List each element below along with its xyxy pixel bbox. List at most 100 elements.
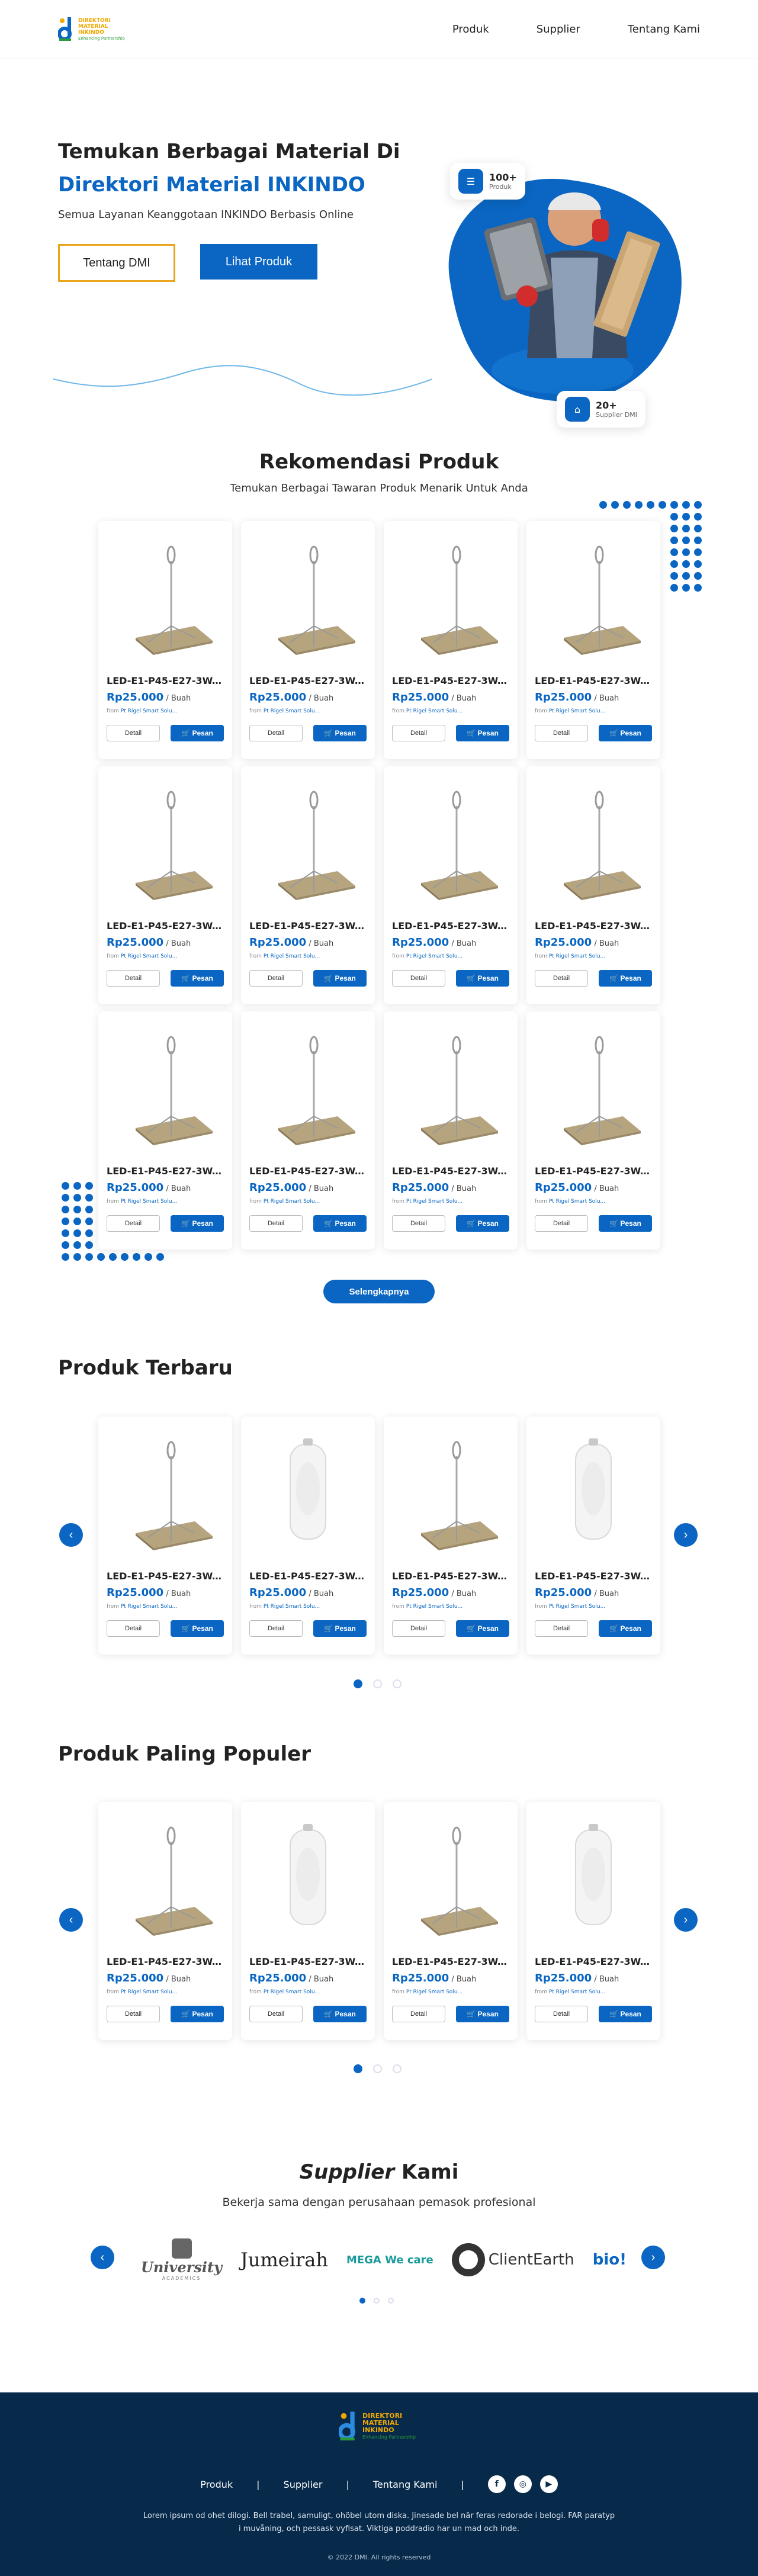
order-button[interactable]: 🛒 Pesan <box>599 725 652 741</box>
order-button[interactable]: 🛒 Pesan <box>171 970 224 987</box>
supplier-dot-2[interactable] <box>374 2298 380 2304</box>
order-button[interactable]: 🛒 Pesan <box>171 725 224 741</box>
detail-button[interactable]: Detail <box>107 2006 160 2022</box>
detail-button[interactable]: Detail <box>392 1620 445 1637</box>
order-button[interactable]: 🛒 Pesan <box>456 1620 509 1637</box>
product-card[interactable]: LED-E1-P45-E27-3W..... Rp25.000 / Buah f… <box>384 1011 518 1250</box>
supplier-dot-1[interactable] <box>359 2298 365 2304</box>
order-button[interactable]: 🛒 Pesan <box>313 1215 367 1232</box>
product-card[interactable]: LED-E1-P45-E27-3W..... Rp25.000 / Buah f… <box>526 1011 660 1250</box>
supplier-logo-university[interactable]: University ACADEMICS <box>141 2238 222 2281</box>
about-dmi-button[interactable]: Tentang DMI <box>58 244 175 282</box>
instagram-icon[interactable]: ◎ <box>513 2475 532 2493</box>
popular-dot-1[interactable] <box>354 2064 362 2073</box>
order-button[interactable]: 🛒 Pesan <box>599 1620 652 1637</box>
order-button[interactable]: 🛒 Pesan <box>171 1620 224 1637</box>
detail-button[interactable]: Detail <box>249 1215 303 1232</box>
product-card[interactable]: LED-E1-P45-E27-3W..... Rp25.000 / Buah f… <box>241 521 375 759</box>
detail-button[interactable]: Detail <box>392 970 445 987</box>
product-from-label: from <box>249 953 262 959</box>
order-button[interactable]: 🛒 Pesan <box>456 725 509 741</box>
detail-button[interactable]: Detail <box>107 970 160 987</box>
detail-button[interactable]: Detail <box>107 1215 160 1232</box>
product-card[interactable]: LED-E1-P45-E27-3W..... Rp25.000 / Buah f… <box>241 1802 375 2040</box>
latest-next-arrow[interactable]: › <box>674 1523 698 1547</box>
detail-button[interactable]: Detail <box>535 725 588 741</box>
product-card[interactable]: LED-E1-P45-E27-3W..... Rp25.000 / Buah f… <box>526 766 660 1004</box>
view-products-button[interactable]: Lihat Produk <box>200 244 317 280</box>
product-card[interactable]: LED-E1-P45-E27-3W..... Rp25.000 / Buah f… <box>98 521 232 759</box>
detail-button[interactable]: Detail <box>392 2006 445 2022</box>
order-button[interactable]: 🛒 Pesan <box>599 1215 652 1232</box>
footer-logo[interactable]: DIREKTORI MATERIAL INKINDO Enhancing Par… <box>339 2410 416 2443</box>
order-button[interactable]: 🛒 Pesan <box>313 1620 367 1637</box>
detail-button[interactable]: Detail <box>535 2006 588 2022</box>
order-button[interactable]: 🛒 Pesan <box>313 970 367 987</box>
product-card[interactable]: LED-E1-P45-E27-3W..... Rp25.000 / Buah f… <box>98 1417 232 1655</box>
order-button[interactable]: 🛒 Pesan <box>456 1215 509 1232</box>
detail-button[interactable]: Detail <box>107 725 160 741</box>
order-button[interactable]: 🛒 Pesan <box>171 1215 224 1232</box>
detail-button[interactable]: Detail <box>107 1620 160 1637</box>
order-button[interactable]: 🛒 Pesan <box>599 2006 652 2022</box>
cart-icon: 🛒 <box>467 1624 476 1633</box>
product-card[interactable]: LED-E1-P45-E27-3W..... Rp25.000 / Buah f… <box>384 1417 518 1655</box>
detail-button[interactable]: Detail <box>249 1620 303 1637</box>
detail-button[interactable]: Detail <box>249 725 303 741</box>
order-button[interactable]: 🛒 Pesan <box>313 725 367 741</box>
product-from-label: from <box>392 1199 404 1205</box>
youtube-icon[interactable]: ▶ <box>539 2475 558 2493</box>
order-button[interactable]: 🛒 Pesan <box>456 970 509 987</box>
supplier-logo-bio[interactable]: bio! <box>593 2251 627 2269</box>
popular-next-arrow[interactable]: › <box>674 1908 698 1932</box>
see-more-button[interactable]: Selengkapnya <box>323 1280 435 1303</box>
footer-nav-supplier[interactable]: Supplier <box>284 2479 323 2490</box>
detail-button[interactable]: Detail <box>249 2006 303 2022</box>
nav-produk[interactable]: Produk <box>452 23 489 36</box>
product-card[interactable]: LED-E1-P45-E27-3W..... Rp25.000 / Buah f… <box>241 1011 375 1250</box>
latest-prev-arrow[interactable]: ‹ <box>59 1523 83 1547</box>
order-button[interactable]: 🛒 Pesan <box>456 2006 509 2022</box>
supplier-logo-mega[interactable]: MEGA We care <box>346 2254 433 2266</box>
product-card[interactable]: LED-E1-P45-E27-3W..... Rp25.000 / Buah f… <box>98 766 232 1004</box>
detail-button[interactable]: Detail <box>392 725 445 741</box>
product-card[interactable]: LED-E1-P45-E27-3W..... Rp25.000 / Buah f… <box>241 1417 375 1655</box>
footer-nav-tentang-kami[interactable]: Tentang Kami <box>373 2479 438 2490</box>
decorative-dot <box>62 1194 69 1202</box>
product-card[interactable]: LED-E1-P45-E27-3W..... Rp25.000 / Buah f… <box>384 1802 518 2040</box>
detail-button[interactable]: Detail <box>535 1215 588 1232</box>
order-button-label: Pesan <box>192 974 213 982</box>
order-button[interactable]: 🛒 Pesan <box>171 2006 224 2022</box>
product-card[interactable]: LED-E1-P45-E27-3W..... Rp25.000 / Buah f… <box>526 1417 660 1655</box>
logo[interactable]: DIREKTORI MATERIAL INKINDO Enhancing Par… <box>58 16 125 43</box>
popular-dot-2[interactable] <box>373 2064 382 2073</box>
detail-button[interactable]: Detail <box>535 1620 588 1637</box>
product-card[interactable]: LED-E1-P45-E27-3W..... Rp25.000 / Buah f… <box>384 521 518 759</box>
nav-supplier[interactable]: Supplier <box>537 23 580 36</box>
product-card[interactable]: LED-E1-P45-E27-3W..... Rp25.000 / Buah f… <box>98 1011 232 1250</box>
supplier-logo-jumeirah[interactable]: Jumeirah <box>240 2249 328 2271</box>
latest-dot-2[interactable] <box>373 1679 382 1688</box>
footer-nav-produk[interactable]: Produk <box>200 2479 233 2490</box>
supplier-dot-3[interactable] <box>388 2298 394 2304</box>
supplier-next-arrow[interactable]: › <box>641 2246 665 2269</box>
nav-tentang-kami[interactable]: Tentang Kami <box>628 23 700 36</box>
order-button[interactable]: 🛒 Pesan <box>313 2006 367 2022</box>
popular-prev-arrow[interactable]: ‹ <box>59 1908 83 1932</box>
detail-button[interactable]: Detail <box>535 970 588 987</box>
product-card[interactable]: LED-E1-P45-E27-3W..... Rp25.000 / Buah f… <box>526 1802 660 2040</box>
stat-suppliers-label: Supplier DMI <box>596 411 638 419</box>
detail-button[interactable]: Detail <box>249 970 303 987</box>
product-card[interactable]: LED-E1-P45-E27-3W..... Rp25.000 / Buah f… <box>98 1802 232 2040</box>
product-card[interactable]: LED-E1-P45-E27-3W..... Rp25.000 / Buah f… <box>241 766 375 1004</box>
order-button[interactable]: 🛒 Pesan <box>599 970 652 987</box>
supplier-logo-clientearth[interactable]: ClientEarth <box>451 2243 574 2276</box>
product-card[interactable]: LED-E1-P45-E27-3W..... Rp25.000 / Buah f… <box>384 766 518 1004</box>
detail-button[interactable]: Detail <box>392 1215 445 1232</box>
latest-dot-3[interactable] <box>393 1679 402 1688</box>
supplier-prev-arrow[interactable]: ‹ <box>91 2246 114 2269</box>
product-card[interactable]: LED-E1-P45-E27-3W..... Rp25.000 / Buah f… <box>526 521 660 759</box>
facebook-icon[interactable]: f <box>487 2475 506 2493</box>
popular-dot-3[interactable] <box>393 2064 402 2073</box>
latest-dot-1[interactable] <box>354 1679 362 1688</box>
